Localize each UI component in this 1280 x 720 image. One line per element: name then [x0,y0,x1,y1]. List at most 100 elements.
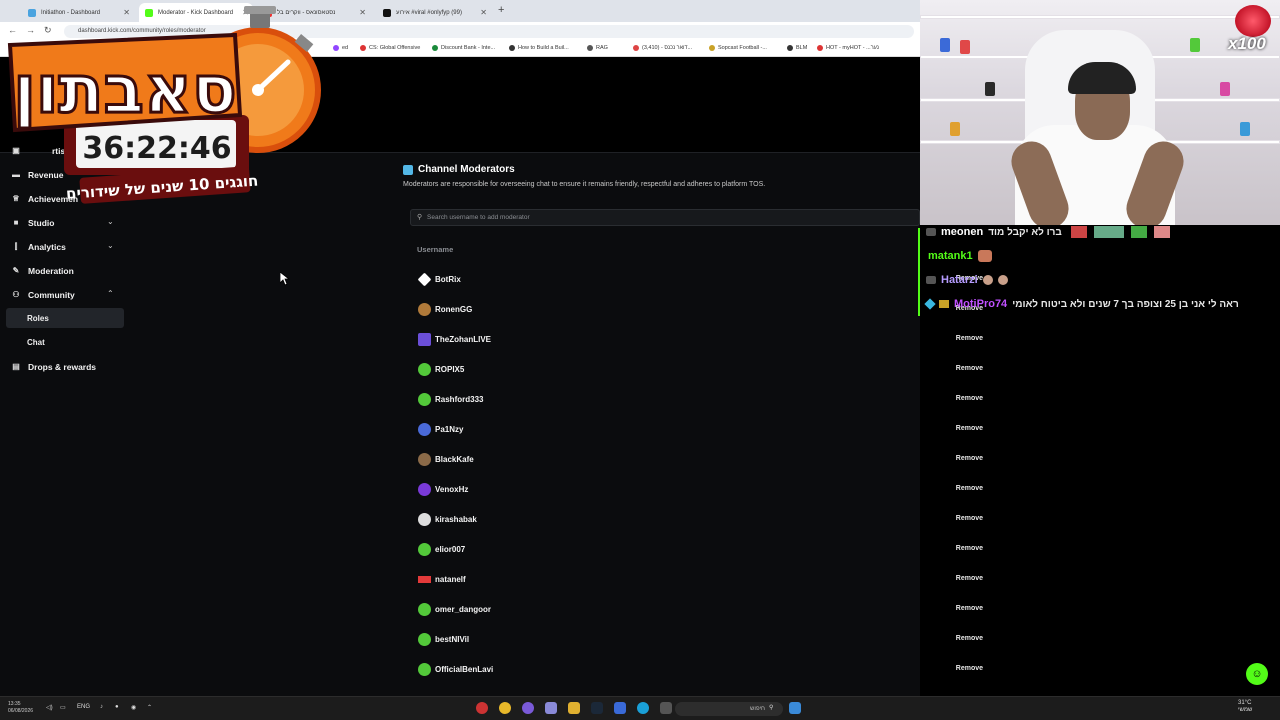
taskbar-app-icon[interactable] [660,702,672,714]
windows-taskbar: 13:35 06/08/2026 ◁) ▭ ENG ♪ ● ◉ ⌃ חיפוש ⚲… [0,696,1280,720]
moderator-row: ROPIX5 Remove [410,356,995,384]
moderator-row: RonenGG Remove [410,296,995,324]
bookmark-item[interactable]: RAG [587,45,608,51]
folder-icon[interactable] [568,702,580,714]
speaker-icon[interactable]: ◁) [46,704,53,711]
bookmark-item[interactable]: Discount Bank - Inte... [432,45,495,51]
moderator-username[interactable]: omer_dangoor [435,605,491,614]
moderator-username[interactable]: Pa1Nzy [435,425,463,434]
camera-icon: ■ [13,218,19,227]
close-icon[interactable]: ✕ [480,8,487,17]
avatar [418,513,431,526]
windows-start-icon[interactable] [789,702,801,714]
remove-button[interactable]: Remove [956,635,983,642]
tab-hebrew-2[interactable]: אירוע #viral #onlyfyp (99) ✕ [377,3,491,22]
page-description: Moderators are responsible for overseein… [403,181,766,188]
avatar [418,393,431,406]
edge-icon[interactable] [637,702,649,714]
tray-app-icon[interactable]: ● [115,704,119,710]
remove-button[interactable]: Remove [956,485,983,492]
help-chat-button[interactable]: ☺ [1246,663,1268,685]
chat-accent-bar [918,228,920,316]
bookmark-item[interactable]: (3,410) - דואר נכנס... [633,45,692,51]
chevron-up-icon[interactable]: ⌃ [107,289,114,298]
new-tab-button[interactable]: + [498,4,504,16]
sidebar-subitem-roles[interactable]: Roles [27,314,49,323]
remove-button[interactable]: Remove [956,515,983,522]
avatar [418,363,431,376]
moderator-username[interactable]: OfficialBenLavi [435,665,493,674]
remove-button[interactable]: Remove [956,335,983,342]
taskbar-search[interactable]: חיפוש [675,702,783,716]
moderator-username[interactable]: VenoxHz [435,485,468,494]
username-column-header: Username [417,245,454,254]
bookmark-item[interactable]: CS: Global Offensive [360,45,420,51]
steam-icon[interactable] [591,702,603,714]
emote-icon [997,275,1008,285]
remove-button[interactable]: Remove [956,575,983,582]
close-icon[interactable]: ✕ [359,8,366,17]
remove-button[interactable]: Remove [956,425,983,432]
moderator-username[interactable]: ROPIX5 [435,365,464,374]
sidebar-active-highlight [6,308,124,328]
bookmark-item[interactable]: Sopcast Football -... [709,45,767,51]
taskbar-app-icon[interactable] [614,702,626,714]
emote-icon [982,275,993,285]
search-moderator-input[interactable]: ⚲ Search username to add moderator [410,209,920,226]
remove-button[interactable]: Remove [956,455,983,462]
remove-button[interactable]: Remove [956,665,983,672]
moderator-username[interactable]: RonenGG [435,305,472,314]
clock: 13:35 06/08/2026 [8,701,34,714]
moderator-username[interactable]: BotRix [435,275,461,284]
moderator-username[interactable]: Rashford333 [435,395,483,404]
moderator-row: kirashabak Remove [410,506,995,534]
emote-icon [1093,226,1124,238]
avatar [418,603,431,616]
taskbar-app-icon[interactable] [545,702,557,714]
gift-icon: ▤ [12,362,20,371]
moderator-username[interactable]: bestNIVil [435,635,469,644]
moderator-username[interactable]: kirashabak [435,515,477,524]
moderator-username[interactable]: elior007 [435,545,465,554]
discord-icon[interactable] [522,702,534,714]
moderator-username[interactable]: BlackKafe [435,455,474,464]
moderator-row: TheZohanLIVE Remove [410,326,995,354]
remove-button[interactable]: Remove [956,545,983,552]
sidebar-item-studio[interactable]: ■ Studio [12,218,55,228]
tiktok-favicon-icon [383,8,391,17]
moderator-username[interactable]: TheZohanLIVE [435,335,491,344]
moderator-username[interactable]: natanelf [435,575,466,584]
network-icon[interactable]: ▭ [60,704,66,711]
avatar [417,272,432,287]
sidebar-item-community[interactable]: ⚇ Community [12,290,74,300]
sidebar-subitem-chat[interactable]: Chat [27,338,45,347]
remove-button[interactable]: Remove [956,605,983,612]
avatar [418,483,431,496]
weather-widget[interactable]: 31°C שמשי [1238,700,1252,714]
emote-icon [977,250,992,262]
chat-message: meonen ברו לא יקבל מוד [926,226,1170,238]
chevron-down-icon[interactable]: ⌄ [107,217,114,226]
bookmark-item[interactable]: How to Build a Buil... [509,45,569,51]
language-indicator[interactable]: ENG [77,704,90,710]
avatar [418,423,431,436]
mic-icon[interactable]: ♪ [100,704,103,710]
taskbar-app-icon[interactable] [476,702,488,714]
remove-button[interactable]: Remove [956,395,983,402]
emote-icon [1070,226,1087,238]
chevron-down-icon[interactable]: ⌄ [107,241,114,250]
chat-message: matank1 [928,250,992,262]
chat-message: Hatarzi [926,274,1008,286]
moderator-row: BotRix Remove [410,266,995,294]
chat-message: MotiPro74 ראה לי אני בן 25 וצופה בך 7 שנ… [924,298,1239,310]
obs-icon[interactable]: ◉ [131,704,136,711]
chrome-icon[interactable] [499,702,511,714]
remove-button[interactable]: Remove [956,365,983,372]
sidebar-item-analytics[interactable]: ⫿ Analytics [12,242,66,252]
bookmark-item[interactable]: ed [333,45,348,51]
bookmark-item[interactable]: BLM [787,45,807,51]
bookmark-item[interactable]: HOT - myHOT - ...נער [817,45,879,51]
sidebar-item-moderation[interactable]: ✎ Moderation [12,266,74,276]
sidebar-item-drops-rewards[interactable]: ▤ Drops & rewards [12,362,96,372]
chevron-up-icon[interactable]: ⌃ [147,704,152,711]
